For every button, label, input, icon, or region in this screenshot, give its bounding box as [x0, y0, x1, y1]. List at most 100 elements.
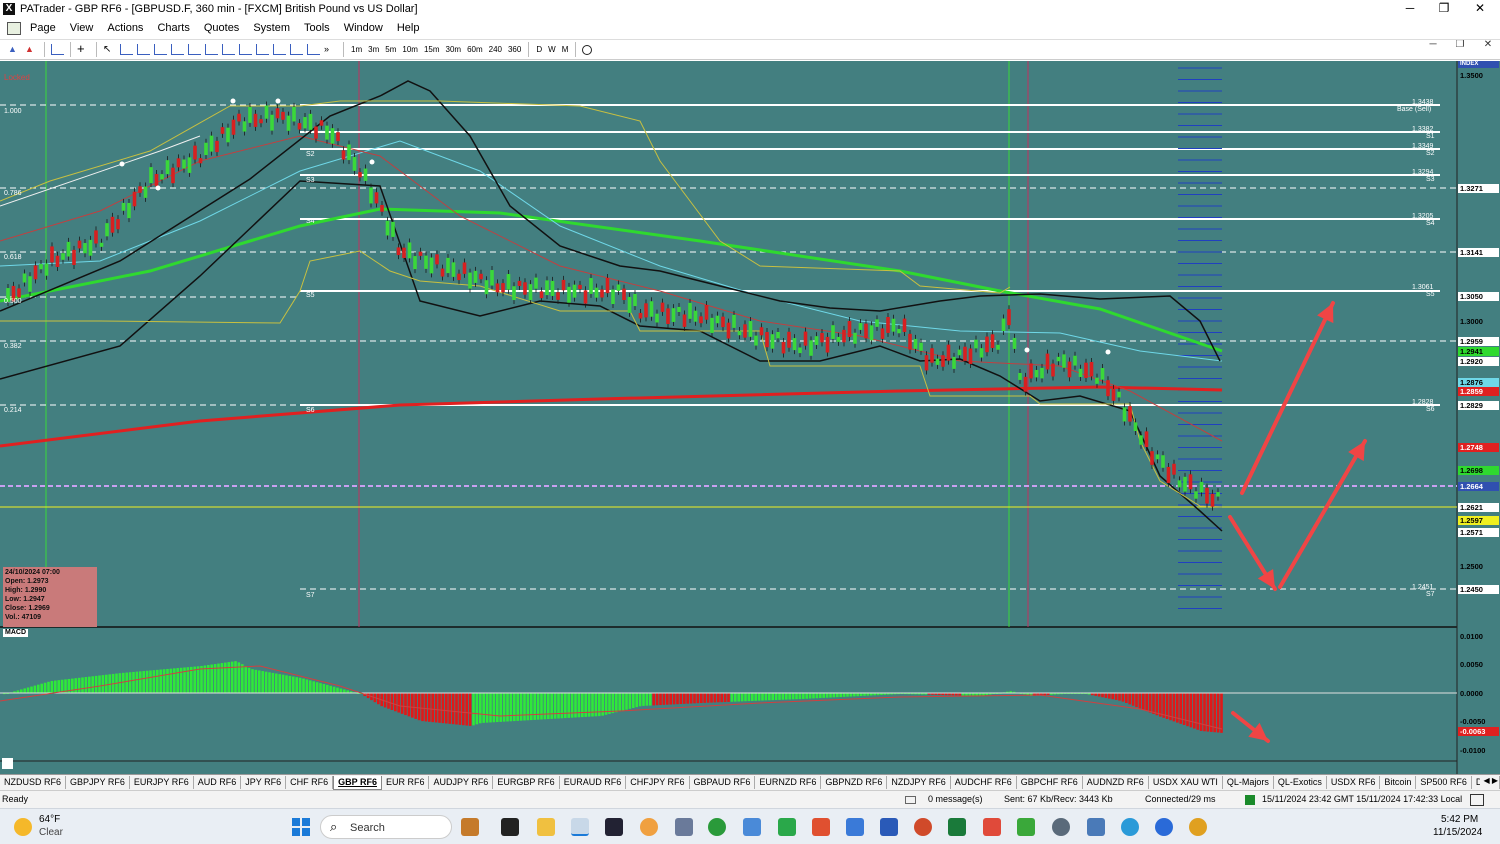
crosshair-icon[interactable]: +: [77, 42, 90, 55]
patrader-taskbar-icon[interactable]: [571, 818, 589, 836]
tab-ql-majors[interactable]: QL-Majors: [1223, 776, 1274, 789]
tab-gbpnzd[interactable]: GBPNZD RF6: [821, 776, 888, 789]
c-red-app-icon[interactable]: [983, 818, 1001, 836]
tab-gbpchf[interactable]: GBPCHF RF6: [1017, 776, 1083, 789]
regression-icon[interactable]: [290, 44, 303, 55]
tab-chf[interactable]: CHF RF6: [286, 776, 334, 789]
chart-window[interactable]: Locked 1.000 0.786 0.618 0.500 0.382 0.2…: [0, 61, 1500, 774]
search-box[interactable]: ⌕ Search: [320, 815, 452, 839]
buy-icon[interactable]: ▲: [8, 44, 21, 55]
text-tool-icon[interactable]: [307, 44, 320, 55]
chrome-2-icon[interactable]: [1189, 818, 1207, 836]
chart-app-icon[interactable]: [778, 818, 796, 836]
price-chart[interactable]: [0, 61, 1500, 774]
menu-help[interactable]: Help: [390, 22, 427, 34]
tf-240[interactable]: 240: [486, 45, 505, 54]
tab-eurgbp[interactable]: EURGBP RF6: [493, 776, 560, 789]
file-explorer-icon[interactable]: [537, 818, 555, 836]
menu-page[interactable]: Page: [23, 22, 63, 34]
tab-eur[interactable]: EUR RF6: [382, 776, 430, 789]
tf-weekly[interactable]: W: [545, 45, 559, 54]
fib-arc-icon[interactable]: [222, 44, 235, 55]
fibonacci-icon[interactable]: [188, 44, 201, 55]
minimize-button[interactable]: ─: [1400, 1, 1420, 15]
clock-time[interactable]: 5:42 PM: [1441, 814, 1478, 825]
tab-sp500[interactable]: SP500 RF6: [1416, 776, 1472, 789]
chrome-icon[interactable]: [708, 818, 726, 836]
tab-gbp[interactable]: GBP RF6: [333, 775, 382, 790]
excel-icon[interactable]: [948, 818, 966, 836]
s-blue-app-icon[interactable]: [846, 818, 864, 836]
pitchfork-icon[interactable]: [273, 44, 286, 55]
maximize-button[interactable]: ❐: [1434, 1, 1454, 15]
tab-aud[interactable]: AUD RF6: [194, 776, 242, 789]
vline-icon[interactable]: [137, 44, 150, 55]
tf-1m[interactable]: 1m: [348, 45, 365, 54]
menu-actions[interactable]: Actions: [100, 22, 150, 34]
tab-scroll-arrows-icon[interactable]: ◀ ▶: [1480, 776, 1498, 785]
powerpoint-icon[interactable]: [914, 818, 932, 836]
app-circle-icon[interactable]: [640, 818, 658, 836]
menu-quotes[interactable]: Quotes: [197, 22, 246, 34]
tab-eurjpy[interactable]: EURJPY RF6: [130, 776, 194, 789]
tf-30m[interactable]: 30m: [443, 45, 465, 54]
cycle-icon[interactable]: [256, 44, 269, 55]
tf-360[interactable]: 360: [505, 45, 524, 54]
tab-bitcoin[interactable]: Bitcoin: [1380, 776, 1417, 789]
clock-date[interactable]: 11/15/2024: [1433, 827, 1482, 838]
weather-moon-icon[interactable]: [14, 818, 32, 836]
trading-app-icon[interactable]: [605, 818, 623, 836]
gann-icon[interactable]: [239, 44, 252, 55]
task-view-icon[interactable]: [501, 818, 519, 836]
tab-euraud[interactable]: EURAUD RF6: [560, 776, 627, 789]
tf-monthly[interactable]: M: [559, 45, 572, 54]
trendline-icon[interactable]: [154, 44, 167, 55]
tf-60m[interactable]: 60m: [464, 45, 486, 54]
close-button[interactable]: ✕: [1470, 1, 1490, 15]
tab-jpy[interactable]: JPY RF6: [241, 776, 287, 789]
c-green-app-icon[interactable]: [1017, 818, 1035, 836]
taskbar-app-icon[interactable]: [461, 818, 479, 836]
telegram-icon[interactable]: [1121, 818, 1139, 836]
tab-nzdjpy[interactable]: NZDJPY RF6: [887, 776, 951, 789]
zoom-icon[interactable]: [1155, 818, 1173, 836]
tf-5m[interactable]: 5m: [382, 45, 399, 54]
notes-icon[interactable]: [743, 818, 761, 836]
start-button-icon[interactable]: [292, 818, 310, 836]
clock-icon[interactable]: [582, 44, 593, 55]
chart-type-icon[interactable]: [51, 44, 64, 55]
tab-gbpjpy[interactable]: GBPJPY RF6: [66, 776, 130, 789]
menu-system[interactable]: System: [246, 22, 297, 34]
resize-grip-icon[interactable]: [1470, 794, 1484, 806]
word-icon[interactable]: [880, 818, 898, 836]
tf-15m[interactable]: 15m: [421, 45, 443, 54]
weather-condition[interactable]: Clear: [39, 827, 63, 838]
tab-gbpaud[interactable]: GBPAUD RF6: [690, 776, 756, 789]
menu-charts[interactable]: Charts: [150, 22, 196, 34]
tab-ql-exotics[interactable]: QL-Exotics: [1274, 776, 1327, 789]
settings-gear-icon[interactable]: [1052, 818, 1070, 836]
menu-view[interactable]: View: [63, 22, 101, 34]
scroll-box[interactable]: [2, 758, 13, 769]
hline-icon[interactable]: [120, 44, 133, 55]
menu-window[interactable]: Window: [337, 22, 390, 34]
tab-chfjpy[interactable]: CHFJPY RF6: [626, 776, 690, 789]
tf-daily[interactable]: D: [533, 45, 545, 54]
weather-temp[interactable]: 64°F: [39, 814, 60, 825]
sell-icon[interactable]: ▲: [25, 44, 38, 55]
tab-usdx-xau-wti[interactable]: USDX XAU WTI: [1149, 776, 1223, 789]
tab-audjpy[interactable]: AUDJPY RF6: [429, 776, 494, 789]
tf-10m[interactable]: 10m: [399, 45, 421, 54]
more-tools-icon[interactable]: »: [324, 44, 337, 55]
menu-tools[interactable]: Tools: [297, 22, 337, 34]
calculator-icon[interactable]: [675, 818, 693, 836]
tab-usdx[interactable]: USDX RF6: [1327, 776, 1381, 789]
tab-audnzd[interactable]: AUDNZD RF6: [1083, 776, 1149, 789]
tab-nzdusd[interactable]: NZDUSD RF6: [0, 776, 67, 789]
s-app-icon[interactable]: [812, 818, 830, 836]
fib-fan-icon[interactable]: [205, 44, 218, 55]
cursor-icon[interactable]: ↖: [103, 44, 116, 55]
channel-icon[interactable]: [171, 44, 184, 55]
tab-eurnzd[interactable]: EURNZD RF6: [755, 776, 822, 789]
tab-audchf[interactable]: AUDCHF RF6: [951, 776, 1017, 789]
